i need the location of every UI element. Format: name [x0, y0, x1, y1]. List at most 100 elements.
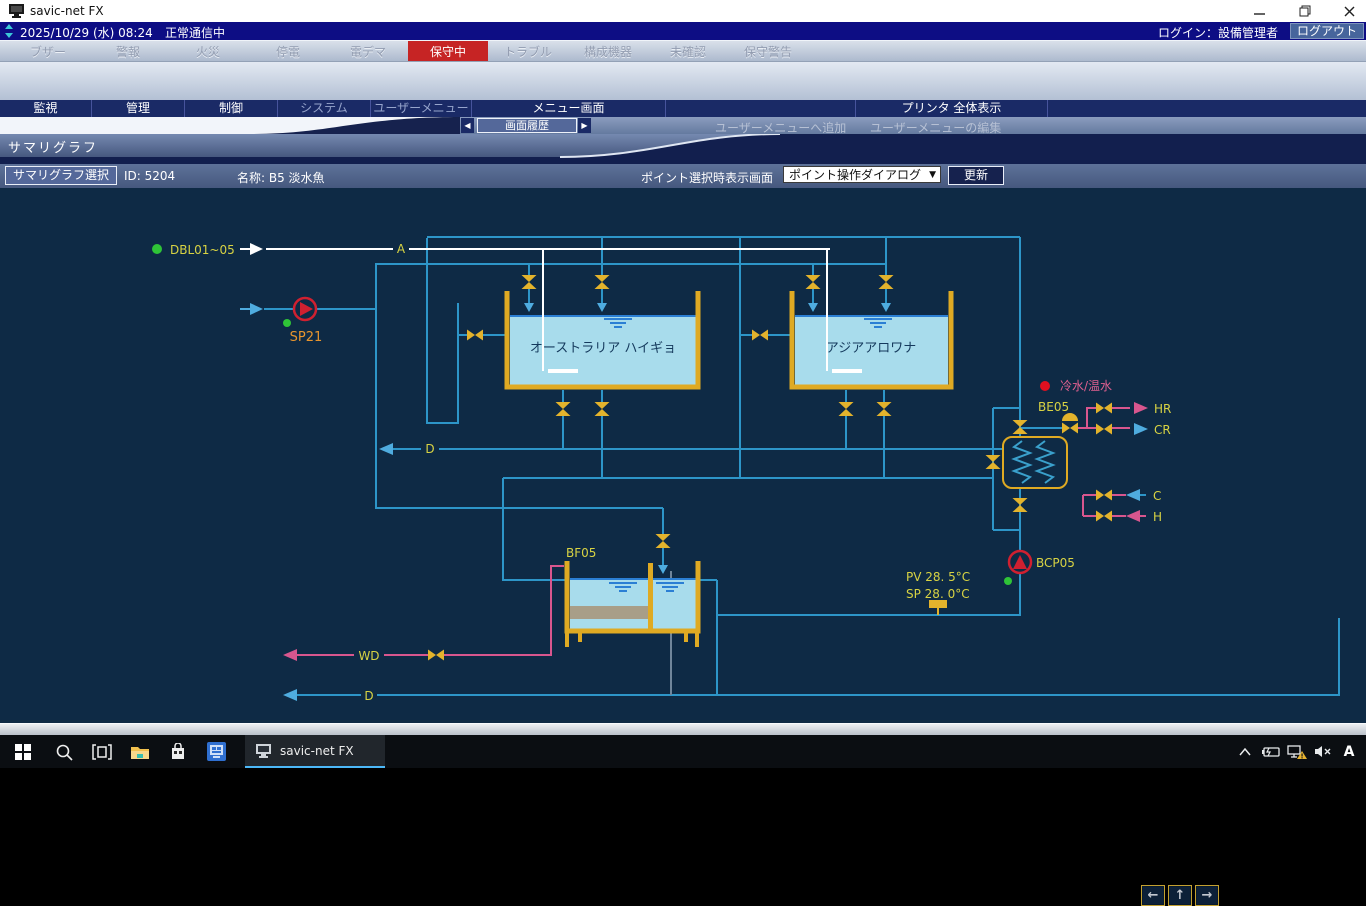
taskbar-app-savic-net-fx[interactable]: savic-net FX: [245, 735, 385, 768]
network-warning-icon: [1287, 745, 1307, 759]
window-title: savic-net FX: [30, 4, 104, 18]
tray-chevron-button[interactable]: [1232, 735, 1258, 768]
chevron-up-icon: [1239, 748, 1251, 756]
minimize-button[interactable]: [1244, 2, 1274, 20]
close-button[interactable]: [1334, 2, 1364, 20]
tray-volume-button[interactable]: [1310, 735, 1336, 768]
status-dot-green: [1004, 577, 1012, 585]
status-dot-red: [1040, 381, 1050, 391]
task-view-button[interactable]: [83, 735, 121, 768]
folder-icon: [130, 744, 150, 760]
window-titlebar: savic-net FX: [0, 0, 1366, 23]
history-prev-button[interactable]: ◀: [461, 118, 474, 133]
menu-printer-full-view[interactable]: プリンタ 全体表示: [856, 100, 1048, 117]
menu-screen[interactable]: メニュー画面: [472, 100, 666, 117]
tank1-label: オーストラリア ハイギョ: [530, 341, 676, 356]
diagram-background: [0, 188, 1366, 723]
blue-app-icon: [207, 742, 226, 761]
alarm-tab-equipment[interactable]: 構成機器: [568, 41, 648, 61]
windows-taskbar: savic-net FX: [0, 735, 1366, 768]
tray-ime-indicator[interactable]: A: [1336, 735, 1362, 768]
point-display-label: ポイント選択時表示画面: [641, 169, 773, 186]
drain1-label: D: [425, 442, 434, 456]
sp-value: SP 28. 0°C: [906, 587, 970, 601]
menu-manage[interactable]: 管理: [92, 100, 185, 117]
menu-monitor[interactable]: 監視: [0, 100, 92, 117]
history-toolbar: ◀ 画面履歴 ▶ ユーザーメニューへ追加 ユーザーメニューの編集: [460, 117, 1366, 134]
graph-id-text: ID: 5204: [124, 169, 175, 183]
savic-net-fx-window: savic-net FX 2025/10/29 (水) 08:24 正常通信中 …: [0, 0, 1366, 768]
filter-media: [570, 606, 648, 619]
alarm-tab-maintenance-warning[interactable]: 保守警告: [728, 41, 808, 61]
status-dot-green: [283, 319, 291, 327]
drain2-label: D: [364, 689, 373, 703]
comm-sync-icon: [2, 24, 16, 38]
hx-label: BE05: [1038, 400, 1069, 414]
store-button[interactable]: [159, 735, 197, 768]
store-bag-icon: [170, 743, 186, 760]
login-user-text: ログイン：設備管理者: [1158, 24, 1278, 41]
history-next-button[interactable]: ▶: [578, 118, 591, 133]
diagram-nav-up-button[interactable]: ↑: [1168, 885, 1192, 906]
system-tray: A: [1232, 735, 1362, 768]
alarm-tab-buzzer[interactable]: ブザー: [8, 41, 88, 61]
alarm-tab-row: ブザー 警報 火災 停電 電デマ 保守中 トラブル 構成機器 未確認 保守警告: [0, 40, 1366, 62]
summary-graph-select-button[interactable]: サマリグラフ選択: [5, 166, 117, 185]
pump-sp21[interactable]: [294, 298, 316, 320]
alarm-tab-fire[interactable]: 火災: [168, 41, 248, 61]
close-icon: [1344, 6, 1355, 17]
cr-label: CR: [1154, 423, 1171, 437]
c-label: C: [1153, 489, 1161, 503]
filter-label: BF05: [566, 546, 596, 560]
page-title-band: サマリグラフ: [0, 134, 1366, 164]
coldhot-label: 冷水/温水: [1060, 379, 1112, 393]
hr-label: HR: [1154, 402, 1171, 416]
logout-button[interactable]: ログアウト: [1290, 23, 1364, 39]
point-action-dropdown[interactable]: ポイント操作ダイアログ ▼: [783, 166, 941, 183]
file-explorer-button[interactable]: [121, 735, 159, 768]
swoosh-curve: [0, 117, 460, 134]
alarm-tab-unconfirmed[interactable]: 未確認: [648, 41, 728, 61]
pump-bcp05[interactable]: [1009, 551, 1031, 573]
search-icon: [55, 743, 73, 761]
alarm-tab-trouble[interactable]: トラブル: [488, 41, 568, 61]
alarm-tab-demand[interactable]: 電デマ: [328, 41, 408, 61]
pump2-label: BCP05: [1036, 556, 1075, 570]
update-button[interactable]: 更新: [948, 166, 1004, 185]
restore-button[interactable]: [1290, 2, 1320, 20]
menu-system[interactable]: システム: [278, 100, 371, 117]
search-button[interactable]: [45, 735, 83, 768]
diagram-nav-right-button[interactable]: →: [1195, 885, 1219, 906]
menu-control[interactable]: 制御: [185, 100, 278, 117]
datetime-text: 2025/10/29 (水) 08:24: [20, 24, 153, 41]
pump1-label: SP21: [290, 330, 323, 345]
swoosh-decoration-left: [0, 117, 460, 134]
speaker-muted-icon: [1314, 745, 1332, 758]
screen-history-row: ◀ 画面履歴 ▶ ユーザーメニューへ追加 ユーザーメニューの編集: [0, 117, 1366, 134]
divider-wall: [648, 563, 653, 631]
point-action-value: ポイント操作ダイアログ: [789, 168, 921, 182]
menu-user-menu[interactable]: ユーザーメニュー: [371, 100, 472, 117]
chevron-down-icon: ▼: [929, 167, 936, 184]
summary-graphic-view: オーストラリア ハイギョ アジアアロワナ: [0, 188, 1366, 723]
waste-label: WD: [358, 649, 379, 663]
alarm-tab-alarm[interactable]: 警報: [88, 41, 168, 61]
tray-battery-button[interactable]: [1258, 735, 1284, 768]
start-button[interactable]: [0, 735, 45, 768]
pinned-app-button[interactable]: [197, 735, 235, 768]
heat-exchanger-be05[interactable]: [1003, 437, 1067, 488]
screen-history-button[interactable]: 画面履歴: [477, 118, 577, 133]
battery-icon: [1261, 746, 1281, 758]
diagram-nav-left-button[interactable]: ←: [1141, 885, 1165, 906]
windows-logo-icon: [15, 744, 31, 760]
plant-diagram: オーストラリア ハイギョ アジアアロワナ: [0, 188, 1366, 723]
tray-network-button[interactable]: [1284, 735, 1310, 768]
taskbar-app-title: savic-net FX: [280, 744, 354, 758]
main-menu-bar: 監視 管理 制御 システム ユーザーメニュー メニュー画面 プリンタ 全体表示: [0, 100, 1366, 117]
minimize-icon: [1254, 6, 1265, 17]
app-icon: [8, 4, 25, 18]
alarm-tab-power-failure[interactable]: 停電: [248, 41, 328, 61]
alarm-tab-maintenance[interactable]: 保守中: [408, 41, 488, 61]
menu-filler: [1048, 100, 1366, 117]
comm-status-text: 正常通信中: [165, 24, 225, 41]
